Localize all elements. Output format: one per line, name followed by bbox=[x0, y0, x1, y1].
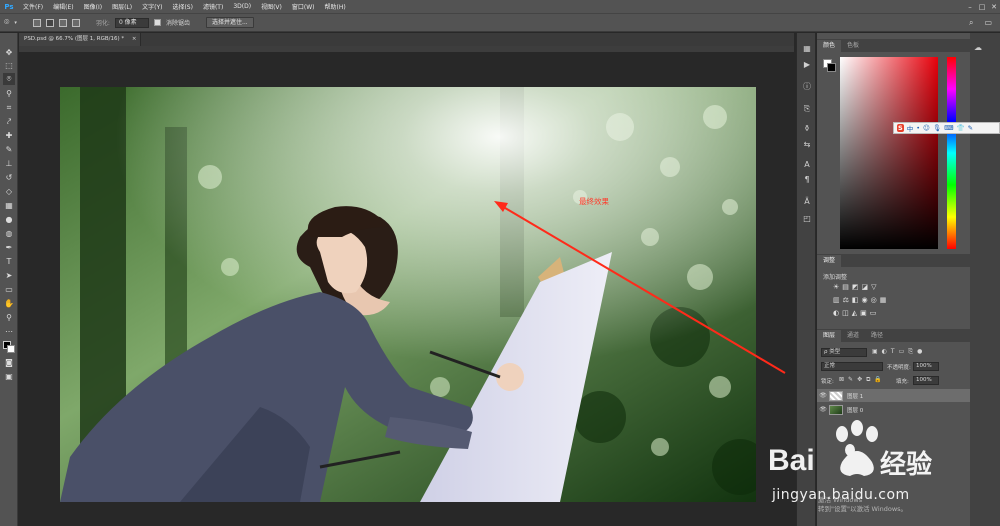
visibility-eye-icon[interactable]: 👁 bbox=[817, 406, 829, 413]
opacity-input[interactable]: 100% bbox=[913, 362, 939, 371]
annotation-label: 最终效果 bbox=[579, 197, 609, 206]
glyphs-icon[interactable]: Ä bbox=[801, 196, 813, 208]
lock-transparent-icon[interactable]: ⊠ bbox=[839, 376, 844, 384]
ime-keyboard-icon[interactable]: ⌨ bbox=[944, 124, 953, 132]
color-picker-field[interactable] bbox=[840, 57, 938, 249]
opacity-label: 不透明度: bbox=[887, 365, 911, 371]
blend-mode-select[interactable]: 正常 bbox=[821, 362, 883, 371]
ime-emoji-icon[interactable]: ☺ bbox=[923, 124, 930, 132]
tab-adjustments[interactable]: 调整 bbox=[817, 255, 842, 267]
fill-label: 填充: bbox=[896, 379, 909, 385]
character-icon[interactable]: A bbox=[801, 159, 813, 171]
tab-paths[interactable]: 路径 bbox=[865, 330, 889, 342]
paragraph-icon[interactable]: ¶ bbox=[801, 174, 813, 186]
brush-presets-icon[interactable]: ⚱ bbox=[801, 123, 813, 135]
layer-thumbnail bbox=[829, 390, 843, 401]
filter-adjustment-icon[interactable]: ◐ bbox=[882, 348, 887, 356]
adjust-icon[interactable]: ⇆ bbox=[801, 139, 813, 151]
layer-row[interactable]: 👁 图层 1 bbox=[817, 389, 970, 402]
bg-color-swatch[interactable] bbox=[827, 63, 836, 72]
clone-source-icon[interactable]: ⎘ bbox=[801, 103, 813, 115]
hue-slider[interactable] bbox=[947, 57, 956, 249]
sogou-logo-icon[interactable]: S bbox=[897, 124, 904, 132]
layer-thumbnail bbox=[829, 404, 843, 415]
color-panel-tabs: 颜色 色板 bbox=[817, 39, 970, 52]
posterize-icon[interactable]: ◫ bbox=[842, 309, 849, 317]
lock-label: 锁定: bbox=[821, 379, 834, 385]
threshold-icon[interactable]: ◭ bbox=[852, 309, 857, 317]
lock-artboard-icon[interactable]: ⧉ bbox=[866, 376, 870, 384]
ime-toolbar: S 中 • ☺ 🎙 ⌨ 👕 ✎ bbox=[893, 122, 1000, 134]
baidu-jingyan-text: 经验 bbox=[880, 450, 933, 480]
ime-punct-icon[interactable]: • bbox=[916, 124, 920, 132]
windows-activation-title: 激活 Windows bbox=[818, 496, 863, 504]
layer-kind-filter[interactable]: ρ 类型 bbox=[821, 348, 867, 357]
windows-activation-sub: 转到"设置"以激活 Windows。 bbox=[818, 505, 908, 513]
black-white-icon[interactable]: ◧ bbox=[852, 296, 859, 304]
windows-activation-notice: 激活 Windows 转到"设置"以激活 Windows。 bbox=[818, 496, 907, 514]
selective-color-icon[interactable]: ▣ bbox=[860, 309, 867, 317]
ime-chinese-toggle[interactable]: 中 bbox=[907, 123, 914, 133]
filter-pixel-icon[interactable]: ▣ bbox=[872, 348, 878, 356]
filter-type-icon[interactable]: T bbox=[891, 348, 895, 356]
baidu-brand-text: Bai bbox=[768, 444, 815, 477]
filter-shape-icon[interactable]: ▭ bbox=[899, 348, 905, 356]
layer-name[interactable]: 图层 0 bbox=[847, 406, 863, 414]
brightness-icon[interactable]: ☀ bbox=[833, 283, 839, 291]
photo-filter-icon[interactable]: ◉ bbox=[862, 296, 868, 304]
channel-mixer-icon[interactable]: ◎ bbox=[871, 296, 877, 304]
lock-all-icon[interactable]: 🔒 bbox=[874, 376, 881, 384]
lock-position-icon[interactable]: ✥ bbox=[857, 376, 862, 384]
lock-pixels-icon[interactable]: ✎ bbox=[848, 376, 853, 384]
hue-saturation-icon[interactable]: ▥ bbox=[833, 296, 840, 304]
color-lookup-icon[interactable]: ▦ bbox=[880, 296, 887, 304]
history-icon[interactable]: ▦ bbox=[801, 43, 813, 55]
layer-name[interactable]: 图层 1 bbox=[847, 392, 863, 400]
adjustments-panel-tabs: 调整 bbox=[817, 254, 970, 267]
color-balance-icon[interactable]: ⚖ bbox=[843, 296, 849, 304]
collapsed-panel-dock: ☁ bbox=[970, 33, 1000, 526]
baidu-jingyan-watermark: Bai 经验 bbox=[768, 420, 948, 488]
libraries-icon[interactable]: ☁ bbox=[974, 43, 982, 52]
ime-voice-icon[interactable]: 🎙 bbox=[933, 124, 941, 132]
info-icon[interactable]: ⓘ bbox=[801, 81, 813, 93]
vibrance-icon[interactable]: ▽ bbox=[871, 283, 876, 291]
tab-layers[interactable]: 图层 bbox=[817, 330, 842, 342]
add-adjustment-label: 添加调整 bbox=[823, 274, 848, 281]
exposure-icon[interactable]: ◪ bbox=[862, 283, 869, 291]
layer-row[interactable]: 👁 图层 0 bbox=[817, 403, 970, 416]
tab-channels[interactable]: 通道 bbox=[841, 330, 865, 342]
filter-smart-icon[interactable]: ⎘ bbox=[908, 348, 913, 356]
visibility-eye-icon[interactable]: 👁 bbox=[817, 392, 829, 399]
gradient-map-icon[interactable]: ▭ bbox=[870, 309, 877, 317]
properties-icon[interactable]: ◰ bbox=[801, 213, 813, 225]
levels-icon[interactable]: ▤ bbox=[842, 283, 849, 291]
invert-icon[interactable]: ◐ bbox=[833, 309, 839, 317]
tab-swatches[interactable]: 色板 bbox=[841, 40, 865, 52]
layers-panel-tabs: 图层 通道 路径 bbox=[817, 329, 970, 342]
curves-icon[interactable]: ◩ bbox=[852, 283, 859, 291]
play-actions-icon[interactable]: ▶ bbox=[801, 59, 813, 71]
tab-color[interactable]: 颜色 bbox=[817, 40, 842, 52]
fill-input[interactable]: 100% bbox=[913, 376, 939, 385]
ime-tools-icon[interactable]: ✎ bbox=[968, 124, 973, 132]
ime-skin-icon[interactable]: 👕 bbox=[956, 124, 964, 132]
filter-toggle-icon[interactable]: ● bbox=[917, 348, 922, 356]
